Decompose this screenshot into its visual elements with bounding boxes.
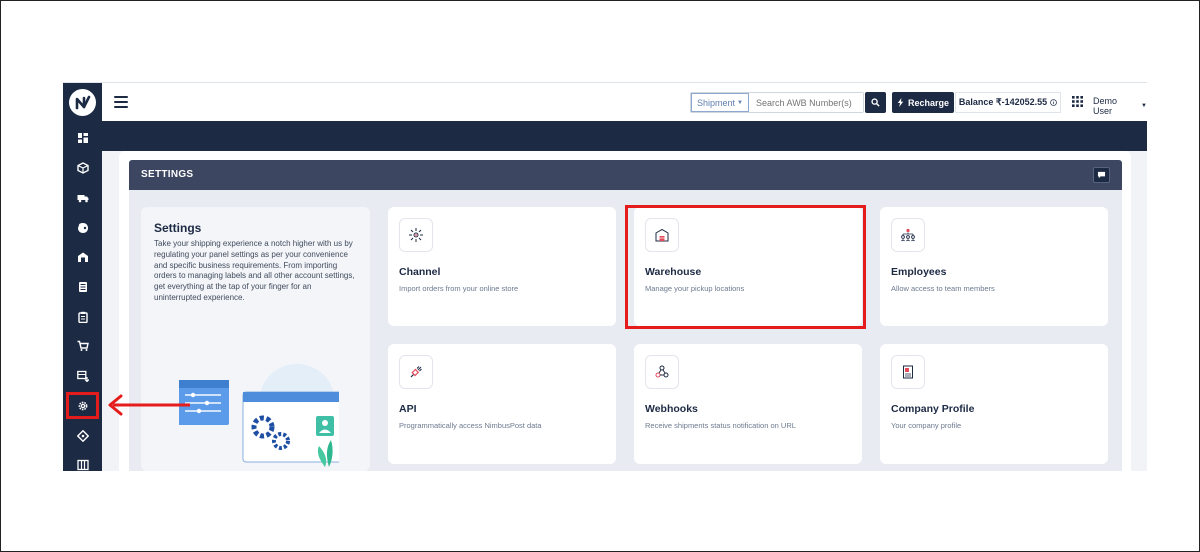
user-menu[interactable]: Demo User ▼ — [1093, 96, 1147, 116]
tag-icon — [76, 430, 89, 442]
chat-icon — [1097, 171, 1106, 179]
sidebar-item-shipments[interactable] — [63, 187, 102, 209]
tile-icon-box — [891, 218, 925, 252]
tile-description: Programmatically access NimbusPost data — [399, 421, 542, 430]
tile-title: Webhooks — [645, 403, 698, 415]
recharge-label: Recharge — [907, 97, 950, 108]
sidebar-item-bulk[interactable] — [63, 365, 102, 387]
page-title: SETTINGS — [141, 169, 194, 180]
sidebar-item-warehouse[interactable] — [63, 246, 102, 268]
dashboard-icon — [77, 133, 88, 143]
hamburger-menu-icon[interactable] — [114, 96, 128, 108]
webhooks-tile[interactable]: Webhooks Receive shipments status notifi… — [634, 344, 862, 464]
page-banner — [102, 121, 1147, 151]
cart-icon — [77, 340, 89, 351]
document-icon — [78, 282, 87, 292]
wallet-balance[interactable]: Balance ₹-142052.55 — [955, 92, 1061, 113]
tile-title: Company Profile — [891, 403, 975, 415]
tile-title: Employees — [891, 266, 947, 278]
settings-intro-panel: Settings Take your shipping experience a… — [141, 207, 370, 471]
tile-icon-box — [399, 355, 433, 389]
warehouse-icon — [77, 252, 88, 262]
settings-header-bar: SETTINGS — [129, 160, 1122, 190]
recharge-button[interactable]: Recharge — [892, 92, 954, 113]
package-icon — [76, 162, 89, 174]
tile-title: Channel — [399, 266, 441, 278]
sidebar-item-channels[interactable] — [63, 335, 102, 357]
sidebar-item-tracking[interactable] — [63, 454, 102, 471]
balance-label: Balance ₹-142052.55 — [958, 97, 1048, 107]
awb-search-group: Shipment ▼ — [690, 92, 864, 113]
truck-icon — [77, 195, 88, 203]
shipment-type-select[interactable]: Shipment ▼ — [691, 93, 749, 112]
webhook-icon — [655, 365, 669, 378]
sidebar-item-tasks[interactable] — [63, 306, 102, 328]
wallet-icon — [77, 223, 88, 233]
tile-description: Your company profile — [891, 421, 962, 430]
intro-description: Take your shipping experience a notch hi… — [154, 239, 355, 302]
chevron-down-icon: ▼ — [1141, 103, 1147, 109]
map-icon — [76, 459, 89, 471]
employees-tile[interactable]: Employees Allow access to team members — [880, 207, 1108, 326]
tile-title: API — [399, 403, 417, 415]
shipment-select-label: Shipment — [697, 97, 736, 108]
tile-description: Allow access to team members — [891, 284, 995, 293]
settings-highlight-box — [66, 392, 99, 419]
nimbuspost-logo[interactable] — [69, 89, 96, 116]
channel-icon — [409, 228, 423, 242]
user-name: Demo User — [1093, 96, 1118, 116]
search-button[interactable] — [865, 92, 886, 113]
sidebar-item-dashboard[interactable] — [63, 127, 102, 149]
api-tile[interactable]: API Programmatically access NimbusPost d… — [388, 344, 616, 464]
annotation-arrow-icon — [108, 394, 190, 416]
awb-search-input[interactable] — [749, 93, 863, 112]
warehouse-highlight-box — [625, 205, 866, 329]
info-icon — [1050, 99, 1057, 106]
settings-illustration — [179, 364, 339, 467]
clipboard-icon — [77, 311, 88, 323]
search-icon — [871, 98, 880, 107]
chat-button[interactable] — [1093, 167, 1110, 183]
sidebar-item-billing[interactable] — [63, 217, 102, 239]
tile-icon-box — [645, 355, 679, 389]
company-profile-tile[interactable]: Company Profile Your company profile — [880, 344, 1108, 464]
sidebar-item-pricing[interactable] — [63, 425, 102, 447]
tile-icon-box — [399, 218, 433, 252]
intro-title: Settings — [154, 221, 202, 235]
channel-tile[interactable]: Channel Import orders from your online s… — [388, 207, 616, 326]
company-profile-icon — [903, 365, 913, 379]
logo-mark-icon — [75, 95, 90, 109]
employees-icon — [901, 228, 915, 242]
lightning-icon — [897, 98, 904, 107]
chevron-down-icon: ▼ — [737, 99, 743, 106]
bulk-upload-icon — [76, 370, 89, 382]
tile-description: Import orders from your online store — [399, 284, 519, 293]
tile-icon-box — [891, 355, 925, 389]
api-plug-icon — [410, 366, 422, 378]
top-header: Shipment ▼ Recharge Balance ₹-142052.55 … — [102, 83, 1147, 121]
sidebar-item-orders[interactable] — [63, 157, 102, 179]
tile-description: Receive shipments status notification on… — [645, 421, 796, 430]
apps-grid-icon[interactable] — [1072, 96, 1083, 107]
sidebar-item-reports[interactable] — [63, 276, 102, 298]
